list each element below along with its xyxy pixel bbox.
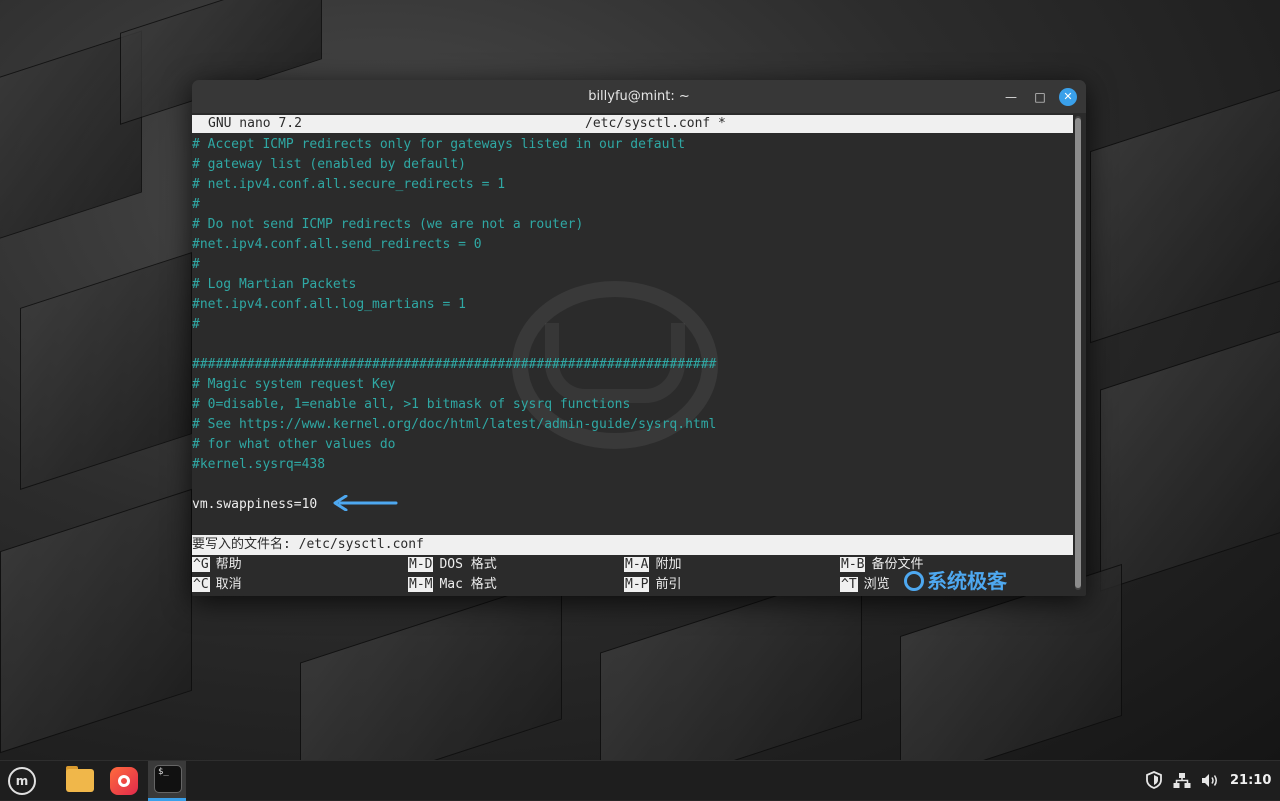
scrollbar-thumb[interactable]: [1075, 118, 1081, 588]
wallpaper-tile: [600, 567, 862, 760]
taskbar: m $_ 21:10: [0, 760, 1280, 801]
shortcut-cancel[interactable]: ^C 取消: [192, 575, 242, 595]
arrow-left-icon: [333, 495, 398, 511]
editor-line[interactable]: #net.ipv4.conf.all.log_martians = 1: [192, 295, 466, 315]
network-icon[interactable]: [1173, 772, 1191, 789]
editor-line[interactable]: # See https://www.kernel.org/doc/html/la…: [192, 415, 716, 435]
editor-line[interactable]: #: [192, 315, 200, 335]
wallpaper-tile: [20, 252, 192, 490]
shortcut-key: M-P: [624, 577, 650, 592]
wallpaper-tile: [300, 577, 562, 760]
editor-line[interactable]: # Magic system request Key: [192, 375, 396, 395]
editor-line[interactable]: # Log Martian Packets: [192, 275, 356, 295]
shortcut-key: M-B: [840, 557, 866, 572]
watermark-brand: 系统极客: [904, 565, 1007, 594]
wallpaper-tile: [1100, 330, 1280, 592]
shortcut-key: M-M: [408, 577, 434, 592]
shortcut-label: 帮助: [215, 557, 242, 572]
nano-version: GNU nano 7.2: [208, 116, 302, 131]
brand-logo-icon: [904, 571, 924, 591]
volume-icon[interactable]: [1201, 772, 1219, 789]
editor-line[interactable]: ########################################…: [192, 355, 716, 375]
wallpaper-tile: [1090, 88, 1280, 344]
editor-line[interactable]: # 0=disable, 1=enable all, >1 bitmask of…: [192, 395, 630, 415]
shortcut-key: ^C: [192, 577, 210, 592]
editor-line[interactable]: #net.ipv4.conf.all.send_redirects = 0: [192, 235, 482, 255]
shortcut-prepend[interactable]: M-P 前引: [624, 575, 682, 595]
nano-filename: /etc/sysctl.conf *: [585, 116, 726, 131]
shortcut-label: Mac 格式: [439, 577, 497, 592]
minimize-button[interactable]: —: [1002, 88, 1020, 106]
editor-line[interactable]: # net.ipv4.conf.all.secure_redirects = 1: [192, 175, 505, 195]
firefox-icon-inner: [118, 775, 130, 787]
shield-icon[interactable]: [1146, 771, 1162, 789]
maximize-button[interactable]: □: [1031, 88, 1049, 106]
editor-line[interactable]: # for what other values do: [192, 435, 396, 455]
editor-line[interactable]: # gateway list (enabled by default): [192, 155, 466, 175]
shortcut-mac-format[interactable]: M-M Mac 格式: [408, 575, 497, 595]
brand-text: 系统极客: [927, 569, 1007, 593]
shortcut-help[interactable]: ^G 帮助: [192, 555, 242, 575]
swappiness-line[interactable]: vm.swappiness=10: [192, 495, 317, 515]
nano-header-bar: GNU nano 7.2 /etc/sysctl.conf *: [192, 115, 1073, 133]
window-titlebar[interactable]: billyfu@mint: ~ — □ ✕: [192, 80, 1086, 113]
close-button[interactable]: ✕: [1059, 88, 1077, 106]
files-launcher-folder-icon[interactable]: [66, 769, 94, 792]
shortcut-label: 浏览: [863, 577, 890, 592]
shortcut-browse[interactable]: ^T 浏览: [840, 575, 890, 595]
shortcut-label: 附加: [655, 557, 682, 572]
terminal-content[interactable]: GNU nano 7.2 /etc/sysctl.conf * # Accept…: [192, 113, 1073, 596]
window-title: billyfu@mint: ~: [588, 89, 690, 104]
editor-line[interactable]: #kernel.sysrq=438: [192, 455, 325, 475]
editor-line[interactable]: # Do not send ICMP redirects (we are not…: [192, 215, 583, 235]
shortcut-label: 前引: [655, 577, 682, 592]
filename-prompt[interactable]: 要写入的文件名: /etc/sysctl.conf: [192, 535, 1073, 555]
shortcut-key: M-D: [408, 557, 434, 572]
terminal-icon: $_: [154, 765, 182, 793]
shortcut-key: M-A: [624, 557, 650, 572]
terminal-window[interactable]: billyfu@mint: ~ — □ ✕ GNU nano 7.2 /etc/…: [192, 80, 1086, 596]
shortcut-key: ^T: [840, 577, 858, 592]
wallpaper-tile: [0, 488, 192, 754]
editor-line[interactable]: # Accept ICMP redirects only for gateway…: [192, 135, 685, 155]
terminal-scrollbar[interactable]: [1075, 116, 1081, 590]
shortcut-dos-format[interactable]: M-D DOS 格式: [408, 555, 497, 575]
shortcut-label: DOS 格式: [439, 557, 497, 572]
shortcut-key: ^G: [192, 557, 210, 572]
editor-line[interactable]: #: [192, 195, 200, 215]
clock[interactable]: 21:10: [1230, 773, 1271, 788]
mint-menu-button[interactable]: m: [8, 767, 36, 795]
shortcut-append[interactable]: M-A 附加: [624, 555, 682, 575]
shortcut-label: 取消: [215, 577, 242, 592]
editor-line[interactable]: #: [192, 255, 200, 275]
